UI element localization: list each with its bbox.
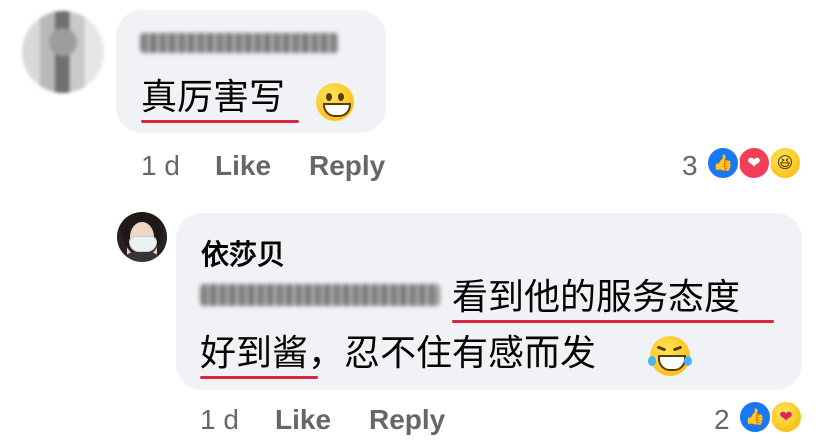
reply-button[interactable]: Reply (369, 404, 445, 436)
reply-author-name[interactable]: 依莎贝 (201, 233, 285, 273)
reply-text-line2: 好到酱，忍不住有感而发 (200, 333, 597, 374)
care-icon[interactable]: ❤ (769, 400, 803, 434)
like-icon[interactable]: 👍 (738, 400, 772, 434)
red-underline (141, 120, 299, 123)
comment-text: 真厉害写 (141, 77, 286, 118)
reply-avatar[interactable] (117, 212, 167, 262)
blurred-author-name[interactable] (140, 33, 338, 53)
red-underline (452, 320, 774, 323)
red-underline (200, 376, 318, 379)
grin-emoji-icon (316, 83, 354, 121)
comment-timestamp[interactable]: 1 d (141, 150, 180, 182)
commenter-avatar-blurred[interactable] (22, 11, 104, 93)
reaction-count[interactable]: 3 (682, 150, 698, 182)
like-button[interactable]: Like (275, 404, 331, 436)
blurred-mention[interactable] (200, 284, 440, 306)
love-icon[interactable]: ❤ (737, 146, 771, 180)
reply-button[interactable]: Reply (309, 150, 385, 182)
reply-text-line1: 看到他的服务态度 (452, 277, 741, 318)
reaction-count[interactable]: 2 (714, 404, 730, 436)
like-icon[interactable]: 👍 (706, 146, 740, 180)
haha-icon[interactable]: 😆 (768, 146, 802, 180)
reply-timestamp[interactable]: 1 d (200, 404, 239, 436)
tears-of-joy-emoji-icon (648, 336, 692, 376)
like-button[interactable]: Like (215, 150, 271, 182)
